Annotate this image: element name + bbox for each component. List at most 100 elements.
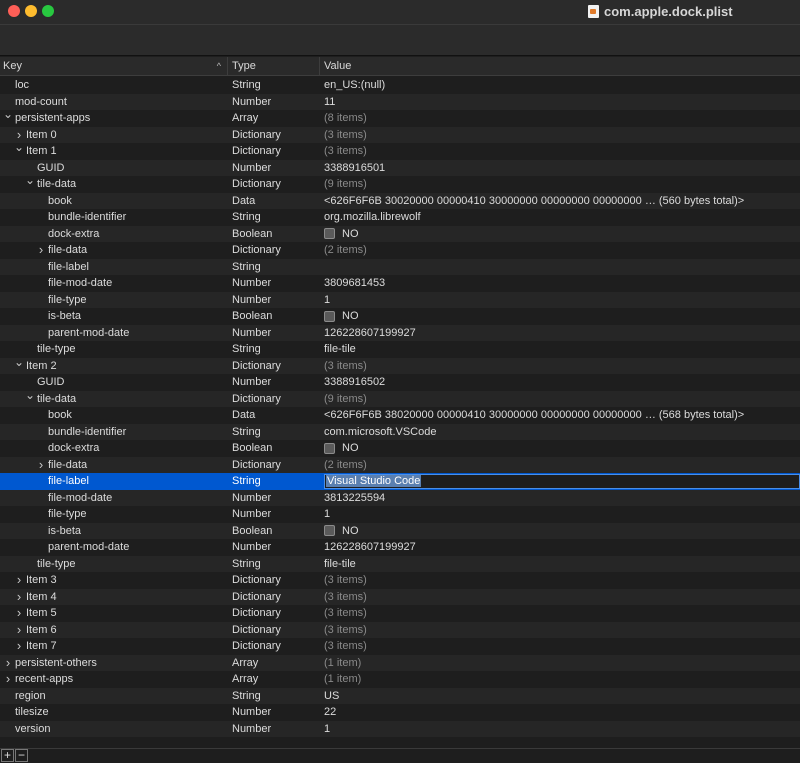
type-cell[interactable]: Dictionary (228, 638, 320, 655)
value-cell[interactable]: 11 (320, 94, 800, 111)
type-cell[interactable]: Number (228, 325, 320, 342)
value-cell[interactable]: com.microsoft.VSCode (320, 424, 800, 441)
type-cell[interactable]: Number (228, 721, 320, 738)
disclosure-open-icon[interactable]: ⌄ (3, 110, 13, 123)
disclosure-open-icon[interactable]: ⌄ (25, 391, 35, 404)
value-cell[interactable]: <626F6F6B 30020000 00000410 30000000 000… (320, 193, 800, 210)
zoom-window-button[interactable] (42, 5, 54, 17)
value-cell[interactable]: (9 items) (320, 391, 800, 408)
value-cell[interactable]: (9 items) (320, 176, 800, 193)
boolean-checkbox[interactable] (324, 525, 335, 537)
boolean-checkbox[interactable] (324, 442, 335, 454)
value-cell[interactable]: file-tile (320, 556, 800, 573)
value-cell[interactable]: 1 (320, 721, 800, 738)
disclosure-closed-icon[interactable]: › (36, 242, 46, 259)
value-cell[interactable]: (2 items) (320, 242, 800, 259)
outline-row[interactable]: ⌄ Item 1 Dictionary (3 items) (0, 143, 800, 160)
minimize-window-button[interactable] (25, 5, 37, 17)
type-cell[interactable]: Dictionary (228, 391, 320, 408)
type-cell[interactable]: Data (228, 407, 320, 424)
type-cell[interactable]: String (228, 209, 320, 226)
type-cell[interactable]: String (228, 77, 320, 94)
value-cell[interactable]: 3388916501 (320, 160, 800, 177)
value-cell[interactable]: (3 items) (320, 127, 800, 144)
type-cell[interactable]: Data (228, 193, 320, 210)
value-cell[interactable]: NO (320, 226, 800, 243)
outline-row[interactable]: is-beta Boolean NO (0, 308, 800, 325)
type-cell[interactable]: String (228, 473, 320, 490)
outline-row[interactable]: is-beta Boolean NO (0, 522, 800, 540)
value-cell[interactable]: NO (320, 308, 800, 325)
outline-row[interactable]: › persistent-others Array (1 item) (0, 654, 800, 672)
value-cell[interactable] (320, 259, 800, 276)
outline-row[interactable]: book Data <626F6F6B 38020000 00000410 3000… (0, 407, 800, 424)
disclosure-closed-icon[interactable]: › (14, 622, 24, 639)
outline-row[interactable]: › file-data Dictionary (2 items) (0, 242, 800, 259)
type-cell[interactable]: Dictionary (228, 572, 320, 589)
value-cell[interactable]: NO (320, 523, 800, 540)
outline-row[interactable]: dock-extra Boolean NO (0, 440, 800, 457)
disclosure-closed-icon[interactable]: › (14, 638, 24, 655)
value-cell[interactable]: en_US:(null) (320, 77, 800, 94)
value-cell[interactable]: (3 items) (320, 605, 800, 622)
type-cell[interactable]: Boolean (228, 308, 320, 325)
remove-item-button[interactable]: − (15, 749, 28, 762)
close-window-button[interactable] (8, 5, 20, 17)
outline-row[interactable]: › Item 0 Dictionary (3 items) (0, 126, 800, 144)
value-cell[interactable]: (8 items) (320, 110, 800, 127)
outline-row[interactable]: dock-extra Boolean NO (0, 225, 800, 243)
type-cell[interactable]: Number (228, 704, 320, 721)
type-cell[interactable]: Number (228, 160, 320, 177)
outline-row[interactable]: loc String en_US:(null) (0, 77, 800, 94)
outline-row[interactable]: mod-count Number 11 (0, 93, 800, 111)
outline-row[interactable]: tile-type String file-tile (0, 341, 800, 358)
type-cell[interactable]: String (228, 259, 320, 276)
disclosure-closed-icon[interactable]: › (14, 572, 24, 589)
boolean-checkbox[interactable] (324, 228, 335, 240)
type-cell[interactable]: Number (228, 490, 320, 507)
type-cell[interactable]: Number (228, 275, 320, 292)
value-cell[interactable]: (3 items) (320, 358, 800, 375)
add-item-button[interactable]: + (1, 749, 14, 762)
type-cell[interactable]: Array (228, 671, 320, 688)
boolean-checkbox[interactable] (324, 310, 335, 322)
value-cell[interactable]: <626F6F6B 38020000 00000410 30000000 000… (320, 407, 800, 424)
value-cell[interactable]: (3 items) (320, 589, 800, 606)
outline-row[interactable]: parent-mod-date Number 126228607199927 (0, 539, 800, 556)
type-cell[interactable]: Number (228, 374, 320, 391)
disclosure-open-icon[interactable]: ⌄ (14, 143, 24, 156)
outline-row[interactable]: file-mod-date Number 3809681453 (0, 275, 800, 292)
type-cell[interactable]: Dictionary (228, 242, 320, 259)
type-cell[interactable]: String (228, 688, 320, 705)
disclosure-closed-icon[interactable]: › (3, 671, 13, 688)
type-cell[interactable]: Boolean (228, 226, 320, 243)
type-cell[interactable]: String (228, 424, 320, 441)
outline-row[interactable]: › Item 6 Dictionary (3 items) (0, 621, 800, 639)
value-cell[interactable]: (3 items) (320, 622, 800, 639)
key-column-header[interactable]: Key ^ (0, 57, 228, 76)
outline-row[interactable]: › recent-apps Array (1 item) (0, 671, 800, 688)
outline-row[interactable]: region String US (0, 687, 800, 705)
value-cell[interactable]: 126228607199927 (320, 325, 800, 342)
disclosure-closed-icon[interactable]: › (14, 605, 24, 622)
disclosure-closed-icon[interactable]: › (3, 655, 13, 672)
value-cell[interactable]: 22 (320, 704, 800, 721)
disclosure-closed-icon[interactable]: › (14, 589, 24, 606)
type-cell[interactable]: Dictionary (228, 622, 320, 639)
outline-row[interactable]: › Item 4 Dictionary (3 items) (0, 588, 800, 606)
outline-row[interactable]: book Data <626F6F6B 30020000 00000410 3000… (0, 192, 800, 210)
type-cell[interactable]: String (228, 556, 320, 573)
type-cell[interactable]: Array (228, 655, 320, 672)
type-cell[interactable]: Number (228, 94, 320, 111)
value-cell[interactable]: (3 items) (320, 638, 800, 655)
value-cell[interactable]: (1 item) (320, 655, 800, 672)
value-cell[interactable]: 3809681453 (320, 275, 800, 292)
disclosure-closed-icon[interactable]: › (36, 457, 46, 474)
outline-row[interactable]: file-type Number 1 (0, 291, 800, 308)
value-cell[interactable]: Visual Studio Code (320, 473, 800, 490)
type-cell[interactable]: Array (228, 110, 320, 127)
outline-row[interactable]: tile-type String file-tile (0, 555, 800, 573)
type-column-header[interactable]: Type (228, 57, 320, 76)
outline-row[interactable]: GUID Number 3388916502 (0, 374, 800, 391)
type-cell[interactable]: Boolean (228, 523, 320, 540)
